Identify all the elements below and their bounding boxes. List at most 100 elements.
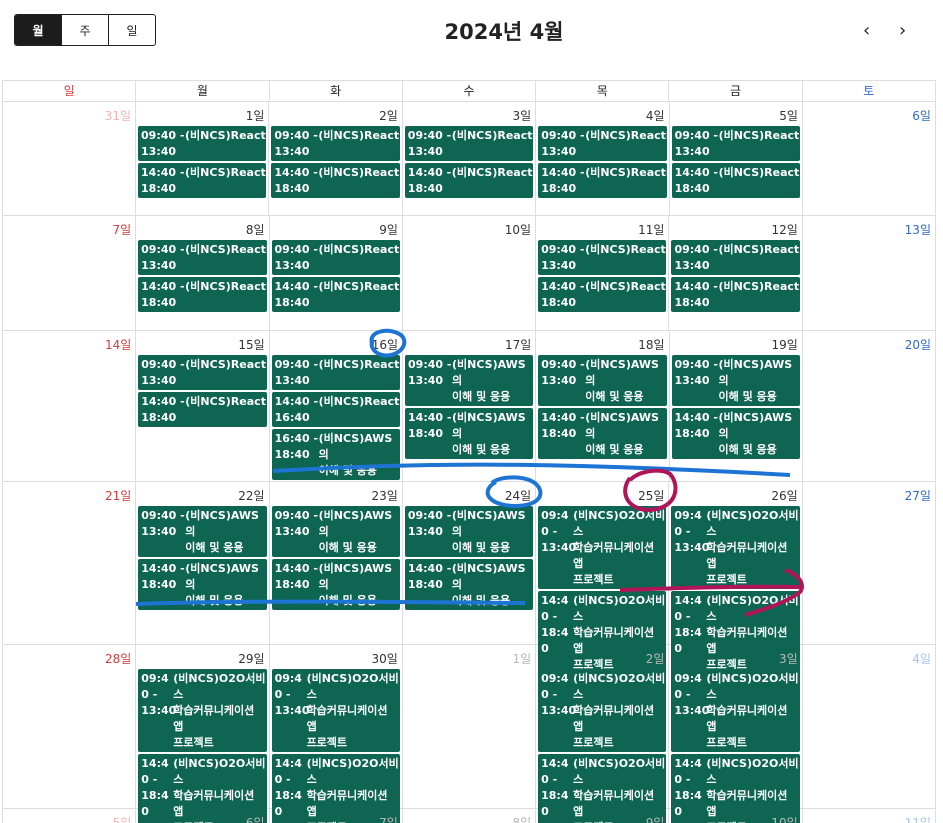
event-time: 14:40 - 18:40 [541,280,585,309]
day-cell[interactable]: 1일 09:40 - 13:40(비NCS)ReactNat e를 활용한 앱개발… [136,102,270,215]
calendar-event[interactable]: 14:40 - 18:40(비NCS)ReactNat e를 활용한 앱개발 [671,277,800,312]
calendar-event[interactable]: 09:40 - 13:40(비NCS)ReactNat e를 활용한 앱개발 [671,126,800,161]
day-number: 30일 [371,652,398,666]
calendar-event[interactable]: 09:4 0 - 13:40 (비NCS)O2O서비스 학습커뮤니케이션 앱 프로… [538,669,667,752]
day-cell[interactable]: 7일 [3,216,137,330]
day-cell[interactable]: 21일 [3,482,137,644]
calendar-event[interactable]: 14:40 - 18:40(비NCS)ReactNat e를 활용한 앱개발 [138,163,267,198]
event-title: (비NCS)ReactNat e를 활용한 앱개발 [585,280,666,293]
event-title: (비NCS)ReactNat e를 활용한 앱개발 [585,129,666,142]
day-cell[interactable]: 4일 [803,645,936,808]
day-cell[interactable]: 19일 09:40 - 13:40 (비NCS)AWS의 이해 및 응용 14:40 … [670,331,803,481]
day-cell[interactable]: 10일 [669,809,803,823]
day-cell[interactable]: 8일 [403,809,537,823]
day-cell[interactable]: 24일 09:40 - 13:40 (비NCS)AWS의 이해 및 응용 14:40 … [403,482,537,644]
calendar-event[interactable]: 14:40 - 18:40(비NCS)ReactNat e를 활용한 앱개발 [538,163,667,198]
event-time: 09:4 0 - 13:40 [274,672,310,717]
day-cell[interactable]: 14일 [3,331,137,481]
event-title: (비NCS)ReactNat e를 활용한 앱개발 [585,243,666,256]
calendar-event[interactable]: 16:40 - 18:40 (비NCS)AWS의 이해 및 응용 [271,429,401,480]
day-cell[interactable]: 25일 09:4 0 - 13:40 (비NCS)O2O서비스 학습커뮤니케이션 앱… [536,482,670,674]
day-cell[interactable]: 3일09:40 - 13:40(비NCS)ReactNat e를 활용한 앱개발… [403,102,537,215]
day-cell[interactable]: 15일 09:40 - 13:40(비NCS)ReactNat e를 활용한 앱개… [136,331,270,481]
calendar-event[interactable]: 09:40 - 13:40 (비NCS)AWS의 이해 및 응용 [271,506,400,557]
day-cell[interactable]: 18일 09:40 - 13:40 (비NCS)AWS의 이해 및 응용 14:40 … [536,331,670,481]
day-cell[interactable]: 3일 09:4 0 - 13:40 (비NCS)O2O서비스 학습커뮤니케이션 앱 … [669,645,803,823]
calendar-event[interactable]: 09:40 - 13:40(비NCS)ReactNat e를 활용한 앱개발 [138,355,267,390]
day-cell[interactable]: 23일 09:40 - 13:40 (비NCS)AWS의 이해 및 응용 14:40 … [270,482,403,644]
day-cell[interactable]: 30일 09:4 0 - 13:40 (비NCS)O2O서비스 학습커뮤니케이션 앱… [270,645,403,823]
day-number: 17일 [504,338,532,352]
calendar-event[interactable]: 14:40 - 18:40 (비NCS)AWS의 이해 및 응용 [404,559,534,610]
day-cell[interactable]: 12일 09:40 - 13:40(비NCS)ReactNat e를 활용한 앱개… [669,216,803,330]
calendar-event[interactable]: 09:40 - 13:40(비NCS)ReactNat e를 활용한 앱개발 [271,126,400,161]
event-title: (비NCS)ReactNat e를 활용한 앱개발 [318,129,400,142]
calendar-event[interactable]: 14:40 - 18:40(비NCS)ReactNat e를 활용한 앱개발 [138,392,267,427]
calendar-event[interactable]: 09:40 - 13:40(비NCS)ReactNat e를 활용한 앱개발 [138,240,267,275]
event-title: (비NCS)AWS의 이해 및 응용 [452,411,526,456]
day-cell[interactable]: 5일 [3,809,137,823]
event-title: (비NCS)ReactNat e를 활용한 앱개발 [718,280,800,293]
calendar-event[interactable]: 09:40 - 13:40 (비NCS)AWS의 이해 및 응용 [405,355,534,406]
prev-month-icon[interactable]: ‹ [863,20,870,42]
calendar-event[interactable]: 09:40 - 13:40(비NCS)ReactNat e를 활용한 앱개발 [538,126,667,161]
calendar-event[interactable]: 09:4 0 - 13:40 (비NCS)O2O서비스 학습커뮤니케이션 앱 프로… [671,506,800,589]
calendar-event[interactable]: 09:40 - 13:40 (비NCS)AWS의 이해 및 응용 [138,506,267,557]
calendar-event[interactable]: 09:40 - 13:40(비NCS)ReactNat e를 활용한 앱개발 [271,240,400,275]
day-cell[interactable]: 11일 [803,809,936,823]
calendar-event[interactable]: 14:40 - 18:40 (비NCS)AWS의 이해 및 응용 [271,559,400,610]
day-cell[interactable]: 27일 [803,482,936,644]
calendar-event[interactable]: 09:40 - 13:40 (비NCS)AWS의 이해 및 응용 [671,355,800,406]
day-cell[interactable]: 31일 [3,102,137,215]
day-cell[interactable]: 9일 09:40 - 13:40(비NCS)ReactNat e를 활용한 앱개발… [270,216,403,330]
day-cell[interactable]: 17일 09:40 - 13:40 (비NCS)AWS의 이해 및 응용 14:40 … [403,331,537,481]
day-cell[interactable]: 5일 09:40 - 13:40(비NCS)ReactNat e를 활용한 앱개발… [670,102,803,215]
event-time: 09:40 - 13:40 [141,129,185,158]
day-cell[interactable]: 2일 09:40 - 13:40(비NCS)ReactNat e를 활용한 앱개발… [269,102,403,215]
day-cell[interactable]: 16일09:40 - 13:40(비NCS)ReactNat e를 활용한 앱개… [270,331,404,481]
day-cell[interactable]: 26일 09:4 0 - 13:40 (비NCS)O2O서비스 학습커뮤니케이션 앱… [669,482,803,674]
day-cell[interactable]: 22일 09:40 - 13:40 (비NCS)AWS의 이해 및 응용 14:40 … [136,482,270,644]
calendar-event[interactable]: 09:4 0 - 13:40 (비NCS)O2O서비스 학습커뮤니케이션 앱 프로… [271,669,400,752]
event-title: (비NCS)ReactNat e를 활용한 앱개발 [185,280,266,293]
calendar-event[interactable]: 14:40 - 18:40 (비NCS)AWS의 이해 및 응용 [538,408,667,459]
calendar-event[interactable]: 09:40 - 13:40(비NCS)ReactNat e를 활용한 앱개발 [404,126,534,161]
calendar-event[interactable]: 09:40 - 13:40(비NCS)ReactNat e를 활용한 앱개발 [271,355,401,390]
calendar-event[interactable]: 14:40 - 18:40(비NCS)ReactNat e를 활용한 앱개발 [271,277,400,312]
calendar-event[interactable]: 14:40 - 18:40 (비NCS)AWS의 이해 및 응용 [671,408,800,459]
calendar-event[interactable]: 14:40 - 18:40(비NCS)ReactNat e를 활용한 앱개발 [404,163,534,198]
calendar-event[interactable]: 14:40 - 18:40(비NCS)ReactNat e를 활용한 앱개발 [271,163,400,198]
calendar-event[interactable]: 09:4 0 - 13:40 (비NCS)O2O서비스 학습커뮤니케이션 앱 프로… [671,669,800,752]
day-cell[interactable]: 2일 09:4 0 - 13:40 (비NCS)O2O서비스 학습커뮤니케이션 앱 … [536,645,670,823]
day-cell[interactable]: 6일 [136,809,270,823]
day-cell[interactable]: 13일 [803,216,936,330]
day-cell[interactable]: 20일 [803,331,937,481]
calendar-event[interactable]: 14:40 - 18:40 (비NCS)AWS의 이해 및 응용 [405,408,534,459]
calendar-event[interactable]: 09:40 - 13:40(비NCS)ReactNat e를 활용한 앱개발 [138,126,267,161]
day-number: 1일 [512,652,532,666]
calendar-event[interactable]: 09:40 - 13:40(비NCS)ReactNat e를 활용한 앱개발 [671,240,800,275]
day-cell[interactable]: 1일 [403,645,537,808]
day-cell[interactable]: 7일 [270,809,403,823]
calendar-event[interactable]: 09:40 - 13:40 (비NCS)AWS의 이해 및 응용 [404,506,534,557]
day-cell[interactable]: 9일 [536,809,670,823]
day-cell[interactable]: 11일 09:40 - 13:40(비NCS)ReactNat e를 활용한 앱개… [536,216,670,330]
day-cell[interactable]: 6일 [803,102,936,215]
calendar-event[interactable]: 14:40 - 16:40(비NCS)ReactNat e를 활용한 앱개발 [271,392,401,427]
day-cell[interactable]: 8일 09:40 - 13:40(비NCS)ReactNat e를 활용한 앱개발… [136,216,270,330]
calendar-event[interactable]: 14:40 - 18:40(비NCS)ReactNat e를 활용한 앱개발 [138,277,267,312]
calendar-event[interactable]: 14:40 - 18:40 (비NCS)AWS의 이해 및 응용 [138,559,267,610]
calendar-event[interactable]: 09:40 - 13:40(비NCS)ReactNat e를 활용한 앱개발 [538,240,667,275]
day-cell[interactable]: 29일 09:4 0 - 13:40 (비NCS)O2O서비스 학습커뮤니케이션 앱… [136,645,270,823]
day-cell[interactable]: 10일 [403,216,537,330]
day-cell[interactable]: 4일 09:40 - 13:40(비NCS)ReactNat e를 활용한 앱개발… [536,102,670,215]
calendar-event[interactable]: 14:40 - 18:40(비NCS)ReactNat e를 활용한 앱개발 [671,163,800,198]
calendar-event[interactable]: 14:40 - 18:40(비NCS)ReactNat e를 활용한 앱개발 [538,277,667,312]
calendar-event[interactable]: 09:4 0 - 13:40 (비NCS)O2O서비스 학습커뮤니케이션 앱 프로… [138,669,267,752]
calendar-event[interactable]: 09:40 - 13:40 (비NCS)AWS의 이해 및 응용 [538,355,667,406]
calendar-event[interactable]: 09:4 0 - 13:40 (비NCS)O2O서비스 학습커뮤니케이션 앱 프로… [538,506,667,589]
day-cell[interactable]: 28일 [3,645,137,808]
next-month-icon[interactable]: › [899,20,906,42]
day-number: 11일 [904,816,931,823]
event-time: 14:40 - 18:40 [674,166,718,195]
